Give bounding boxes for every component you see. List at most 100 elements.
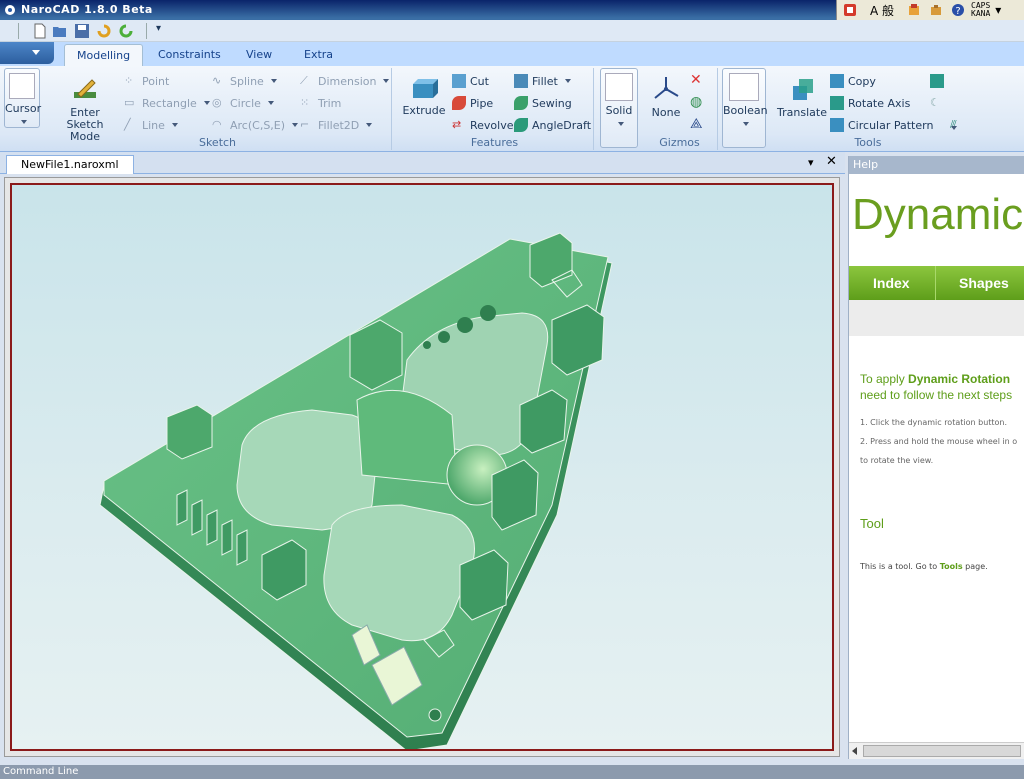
solid-button[interactable]: Solid: [600, 68, 638, 148]
save-icon[interactable]: [74, 23, 90, 39]
narocad-logo-icon: [5, 5, 15, 15]
pipe-button[interactable]: Pipe: [452, 96, 493, 110]
scale-gizmo-icon[interactable]: ⟁: [690, 116, 703, 132]
revolve-button[interactable]: ⇄ Revolve: [452, 118, 514, 132]
fillet-label: Fillet: [532, 74, 558, 88]
customize-qat-button[interactable]: ▾: [156, 23, 172, 39]
close-icon[interactable]: ✕: [826, 154, 837, 169]
help-nav-shapes[interactable]: Shapes: [959, 275, 1009, 291]
dimension-icon: ⟋: [300, 74, 308, 87]
open-file-icon[interactable]: [52, 23, 68, 39]
copy-button[interactable]: Copy: [830, 74, 876, 88]
application-menu-button[interactable]: [0, 42, 54, 64]
fillet2d-button[interactable]: ⌐ Fillet2D: [300, 118, 373, 132]
sketch-group: Enter Sketch Mode ⁘ Point ▭ Rectangle ╱ Lin…: [44, 68, 392, 150]
mirror-icon[interactable]: [930, 74, 944, 88]
scroll-left-icon[interactable]: [852, 747, 857, 755]
help-page-title: Dynamic: [852, 190, 1024, 239]
help-tools-link[interactable]: Tools: [940, 562, 963, 571]
3d-viewport[interactable]: [10, 183, 834, 751]
features-group: Extrude Cut Pipe ⇄ Revolve Fillet Sewing …: [396, 68, 594, 150]
rotate-gizmo-icon[interactable]: ◍: [690, 94, 702, 110]
new-file-icon[interactable]: [32, 23, 48, 39]
help-step-2: 2. Press and hold the mouse wheel in o: [860, 437, 1018, 446]
boolean-button[interactable]: Boolean: [722, 68, 768, 148]
circular-pattern-label: Circular Pattern: [848, 118, 934, 132]
tab-view[interactable]: View: [234, 44, 284, 66]
document-menu-icon[interactable]: ▾: [808, 156, 814, 169]
ime-dictionary-icon[interactable]: [905, 2, 923, 18]
sewing-button[interactable]: Sewing: [514, 96, 572, 110]
ime-status-icon[interactable]: [841, 2, 859, 18]
enter-sketch-mode-button[interactable]: Enter Sketch Mode: [50, 74, 120, 143]
document-tab[interactable]: NewFile1.naroxml: [6, 155, 134, 174]
tab-extra[interactable]: Extra: [292, 44, 345, 66]
cut-icon: [452, 74, 466, 88]
scrollbar-thumb[interactable]: [863, 745, 1021, 757]
cursor-button[interactable]: Cursor: [4, 68, 41, 128]
help-nav-index[interactable]: Index: [873, 275, 910, 291]
ime-input-mode[interactable]: A 般: [863, 2, 901, 18]
ime-options-caret[interactable]: ▾: [994, 2, 1002, 18]
chevron-down-icon: [742, 122, 749, 126]
line-icon: ╱: [124, 118, 131, 131]
chevron-down-icon: [270, 79, 277, 83]
boolean-label: Boolean: [723, 104, 768, 117]
chevron-down-icon: [617, 122, 624, 126]
chevron-down-icon: [292, 123, 299, 127]
help-step-3: to rotate the view.: [860, 456, 934, 465]
point-label: Point: [142, 74, 170, 88]
help-tool-heading: Tool: [860, 516, 884, 531]
angledraft-button[interactable]: AngleDraft: [514, 118, 591, 132]
gizmo-none-button[interactable]: None: [646, 74, 686, 119]
gizmo-none-label: None: [651, 106, 681, 119]
ime-tools-icon[interactable]: [927, 2, 945, 18]
dimension-button[interactable]: ⟋ Dimension: [300, 74, 390, 88]
gizmos-group-label: Gizmos: [659, 136, 700, 149]
trim-button[interactable]: ⁙ Trim: [300, 96, 341, 110]
rectangle-icon: ▭: [124, 96, 135, 109]
extrude-button[interactable]: Extrude: [402, 76, 446, 117]
arc-label: Arc(C,S,E): [230, 118, 286, 132]
ribbon: Cursor Enter Sketch Mode ⁘ Point ▭ Rectang…: [0, 66, 1024, 152]
help-band: [849, 300, 1024, 336]
translate-button[interactable]: Translate: [774, 76, 830, 119]
rotate-axis-label: Rotate Axis: [848, 96, 911, 110]
cad-model[interactable]: [12, 185, 832, 749]
arc-button[interactable]: ◠ Arc(C,S,E): [212, 118, 299, 132]
boolean-icon: [729, 73, 759, 101]
help-step-1: 1. Click the dynamic rotation button.: [860, 418, 1008, 427]
fillet-button[interactable]: Fillet: [514, 74, 571, 88]
line-button[interactable]: ╱ Line: [124, 118, 178, 132]
pipe-icon: [452, 96, 466, 110]
tab-modelling[interactable]: Modelling: [64, 44, 144, 66]
line-label: Line: [142, 118, 165, 132]
rectangle-button[interactable]: ▭ Rectangle: [124, 96, 210, 110]
help-intro-line2: need to follow the next steps: [860, 388, 1013, 402]
trim-icon: ⁙: [300, 96, 310, 109]
point-button[interactable]: ⁘ Point: [124, 74, 169, 88]
ime-language-bar: A 般 ? CAPS KANA ▾: [836, 0, 1024, 20]
translate-label: Translate: [777, 106, 827, 119]
command-line-bar[interactable]: Command Line: [0, 765, 1024, 779]
offset-icon[interactable]: ☾: [930, 96, 940, 109]
circular-pattern-button[interactable]: Circular Pattern: [830, 118, 933, 132]
circle-button[interactable]: ◎ Circle: [212, 96, 274, 110]
help-horizontal-scrollbar[interactable]: [849, 742, 1024, 759]
cut-label: Cut: [470, 74, 489, 88]
spline-button[interactable]: ∿ Spline: [212, 74, 277, 88]
undo-icon[interactable]: [96, 23, 112, 39]
tab-constraints[interactable]: Constraints: [146, 44, 233, 66]
cut-button[interactable]: Cut: [452, 74, 489, 88]
redo-icon[interactable]: [118, 23, 134, 39]
help-circle-icon[interactable]: ?: [949, 2, 967, 18]
help-tool-text: This is a tool. Go to Tools page.: [860, 562, 988, 571]
chevron-down-icon[interactable]: [951, 126, 957, 130]
chevron-down-icon: [366, 123, 373, 127]
rotate-axis-button[interactable]: Rotate Axis: [830, 96, 910, 110]
solid-label: Solid: [605, 104, 633, 117]
svg-text:?: ?: [955, 6, 960, 17]
trim-label: Trim: [318, 96, 342, 110]
move-gizmo-icon[interactable]: ✕: [690, 72, 702, 88]
circular-pattern-icon: [830, 118, 844, 132]
